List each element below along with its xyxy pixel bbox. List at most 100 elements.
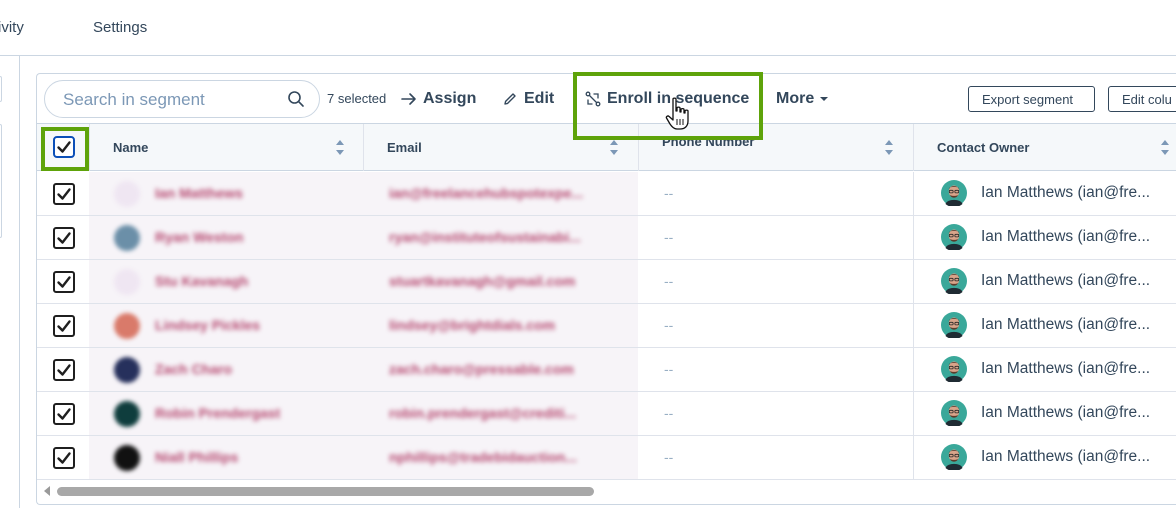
tab-settings[interactable]: Settings — [93, 19, 147, 36]
cell-owner: Ian Matthews (ian@fre... — [913, 436, 1176, 480]
cell-name: Lindsey Pickles — [89, 304, 363, 348]
cell-owner: Ian Matthews (ian@fre... — [913, 392, 1176, 436]
assign-button[interactable]: Assign — [401, 87, 476, 111]
contact-email-link[interactable]: zach.charo@pressable.com — [389, 361, 574, 377]
row-checkbox[interactable] — [53, 227, 75, 249]
enroll-in-sequence-button[interactable]: Enroll in sequence — [585, 87, 749, 111]
search-input[interactable] — [63, 89, 273, 111]
caret-down-icon — [820, 97, 829, 101]
phone-value: -- — [664, 273, 674, 289]
contact-name-link[interactable]: Niall Phillips — [155, 449, 238, 465]
table-row[interactable]: Lindsey Pickles lindsey@brightdials.com --… — [37, 304, 1176, 348]
cell-name: Stu Kavanagh — [89, 260, 363, 304]
owner-avatar — [941, 444, 967, 470]
owner-name: Ian Matthews (ian@fre... — [981, 316, 1151, 333]
top-tab-bar: ivity Settings — [0, 0, 1176, 56]
edit-button[interactable]: Edit — [502, 87, 554, 111]
contact-name-link[interactable]: Lindsey Pickles — [155, 317, 260, 333]
contact-email-link[interactable]: lindsey@brightdials.com — [389, 317, 555, 333]
owner-avatar — [941, 224, 967, 250]
contact-name-link[interactable]: Zach Charo — [155, 361, 232, 377]
column-label-email: Email — [387, 140, 422, 155]
table-row[interactable]: Stu Kavanagh stuartkavanagh@gmail.com -- Ia… — [37, 260, 1176, 304]
sort-icon[interactable] — [609, 139, 619, 156]
more-menu-button[interactable]: More — [776, 87, 829, 111]
owner-avatar — [941, 180, 967, 206]
row-checkbox[interactable] — [53, 447, 75, 469]
search-icon[interactable] — [287, 90, 305, 108]
select-all-checkbox[interactable] — [53, 136, 75, 158]
search-box[interactable] — [44, 80, 320, 118]
cell-phone: -- — [638, 216, 913, 260]
table-header: Name Email Phone Number Contact Owner — [37, 123, 1176, 171]
column-header-email[interactable]: Email — [363, 124, 638, 171]
scrollbar-thumb[interactable] — [57, 487, 594, 496]
contact-avatar — [114, 181, 140, 207]
contact-avatar — [114, 401, 140, 427]
cell-phone: -- — [638, 392, 913, 436]
cell-phone: -- — [638, 260, 913, 304]
column-header-phone[interactable]: Phone Number — [638, 124, 913, 171]
cell-owner: Ian Matthews (ian@fre... — [913, 304, 1176, 348]
tab-activity[interactable]: ivity — [0, 19, 24, 36]
enroll-label: Enroll in sequence — [607, 90, 750, 107]
arrow-right-icon — [401, 93, 416, 105]
row-checkbox[interactable] — [53, 403, 75, 425]
contact-email-link[interactable]: ian@freelancehubspotexpe... — [389, 185, 583, 201]
row-checkbox[interactable] — [53, 359, 75, 381]
contact-email-link[interactable]: stuartkavanagh@gmail.com — [389, 273, 575, 289]
checkmark-icon — [57, 320, 71, 332]
table-row[interactable]: Niall Phillips nphillips@tradebidauction.… — [37, 436, 1176, 480]
sort-icon[interactable] — [335, 139, 345, 156]
column-header-owner[interactable]: Contact Owner — [913, 124, 1176, 171]
checkmark-icon — [57, 232, 71, 244]
owner-name: Ian Matthews (ian@fre... — [981, 448, 1151, 465]
column-header-name[interactable]: Name — [89, 124, 363, 171]
contact-name-link[interactable]: Ryan Weston — [155, 229, 243, 245]
checkmark-icon — [57, 276, 71, 288]
left-sidebar-edge — [0, 56, 20, 508]
cell-phone: -- — [638, 172, 913, 216]
contact-email-link[interactable]: robin.prendergast@crediti... — [389, 405, 576, 421]
owner-avatar — [941, 356, 967, 382]
owner-name: Ian Matthews (ian@fre... — [981, 272, 1151, 289]
cell-owner: Ian Matthews (ian@fre... — [913, 216, 1176, 260]
horizontal-scrollbar[interactable] — [37, 480, 1176, 504]
row-checkbox[interactable] — [53, 183, 75, 205]
contact-name-link[interactable]: Robin Prendergast — [155, 405, 280, 421]
row-checkbox[interactable] — [53, 315, 75, 337]
table-row[interactable]: Ryan Weston ryan@instituteofsustainabi...… — [37, 216, 1176, 260]
owner-name: Ian Matthews (ian@fre... — [981, 404, 1151, 421]
cell-name: Zach Charo — [89, 348, 363, 392]
export-segment-button[interactable]: Export segment — [968, 86, 1095, 112]
selected-count: 7 selected — [327, 91, 387, 106]
phone-value: -- — [664, 405, 674, 421]
contact-email-link[interactable]: ryan@instituteofsustainabi... — [389, 229, 581, 245]
more-label: More — [776, 90, 815, 107]
cell-owner: Ian Matthews (ian@fre... — [913, 172, 1176, 216]
contact-email-link[interactable]: nphillips@tradebidauction... — [389, 449, 577, 465]
sequence-icon — [585, 91, 601, 107]
table-row[interactable]: Ian Matthews ian@freelancehubspotexpe... -… — [37, 172, 1176, 216]
cell-phone: -- — [638, 304, 913, 348]
table-row[interactable]: Robin Prendergast robin.prendergast@credi… — [37, 392, 1176, 436]
sort-icon[interactable] — [884, 139, 894, 156]
table-row[interactable]: Zach Charo zach.charo@pressable.com -- Ian … — [37, 348, 1176, 392]
checkmark-icon — [57, 364, 71, 376]
assign-label: Assign — [423, 90, 477, 107]
row-checkbox[interactable] — [53, 271, 75, 293]
sidebar-panel — [0, 124, 2, 238]
scroll-left-icon[interactable] — [43, 486, 51, 496]
contact-name-link[interactable]: Stu Kavanagh — [155, 273, 248, 289]
edit-columns-button[interactable]: Edit colu — [1108, 86, 1176, 112]
sidebar-control[interactable] — [0, 76, 2, 102]
checkmark-icon — [57, 141, 71, 153]
cell-owner: Ian Matthews (ian@fre... — [913, 260, 1176, 304]
checkmark-icon — [57, 408, 71, 420]
phone-value: -- — [664, 449, 674, 465]
phone-value: -- — [664, 317, 674, 333]
contact-name-link[interactable]: Ian Matthews — [155, 185, 243, 201]
sort-icon[interactable] — [1160, 139, 1170, 156]
contact-avatar — [114, 357, 140, 383]
cell-email: stuartkavanagh@gmail.com — [363, 260, 638, 304]
